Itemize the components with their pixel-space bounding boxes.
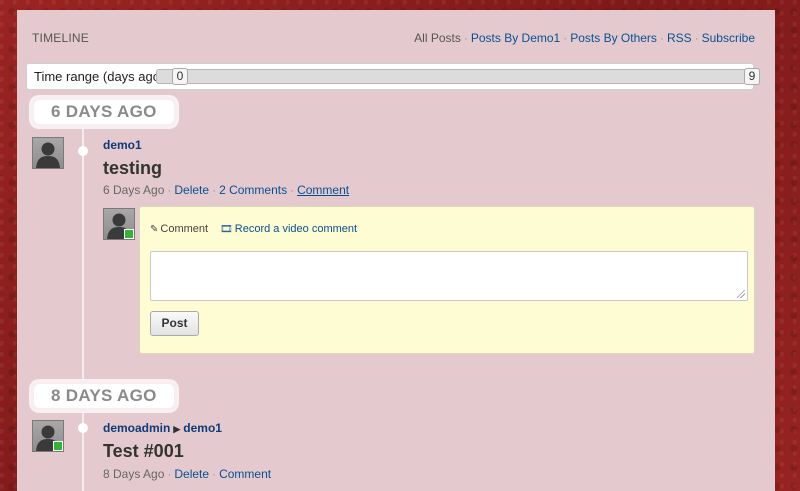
separator: ·	[694, 31, 699, 45]
tab-record-video-label: Record a video comment	[234, 223, 358, 235]
film-icon: 🎞	[220, 224, 233, 235]
avatar[interactable]	[32, 420, 64, 452]
separator: ·	[659, 31, 664, 45]
time-range-max-handle[interactable]: 9	[744, 68, 760, 85]
page-title: TIMELINE	[32, 31, 89, 45]
post-meta: 8 Days Ago · Delete · Comment	[103, 467, 271, 481]
separator: ·	[212, 467, 217, 481]
separator: ·	[212, 183, 217, 197]
post-age: 6 Days Ago	[103, 183, 165, 197]
post-comment-button[interactable]: Post	[150, 311, 199, 336]
post-recipient[interactable]: demo1	[183, 421, 222, 435]
current-user-avatar[interactable]	[103, 208, 135, 240]
comment-form: ✎ Comment 🎞 Record a video comment Post	[139, 206, 755, 354]
rss-link[interactable]: RSS	[667, 31, 692, 45]
post-author-line: demoadmin ▶ demo1	[103, 421, 222, 435]
day-badge: 8 DAYS AGO	[31, 381, 177, 411]
day-badge-label: 6 DAYS AGO	[34, 100, 174, 124]
filter-posts-by-others[interactable]: Posts By Others	[570, 31, 657, 45]
subscribe-link[interactable]: Subscribe	[702, 31, 755, 45]
filter-all-posts[interactable]: All Posts	[414, 31, 461, 45]
tab-record-video[interactable]: 🎞 Record a video comment	[220, 223, 357, 235]
filter-posts-by-demo1[interactable]: Posts By Demo1	[471, 31, 560, 45]
time-range-slider-track[interactable]	[156, 69, 747, 84]
separator: ·	[167, 467, 172, 481]
comment-link[interactable]: Comment	[297, 183, 349, 197]
timeline-dot	[78, 146, 88, 156]
separator: ·	[563, 31, 568, 45]
post-title: Test #001	[103, 441, 184, 461]
time-range-min-handle[interactable]: 0	[172, 68, 188, 85]
post-meta: 6 Days Ago · Delete · 2 Comments · Comment	[103, 183, 349, 197]
time-range-label: Time range (days ago):	[34, 69, 168, 84]
timeline-dot	[78, 423, 88, 433]
resize-grip-icon[interactable]	[737, 290, 745, 298]
post-age: 8 Days Ago	[103, 467, 165, 481]
arrow-right-icon: ▶	[173, 424, 181, 434]
avatar[interactable]	[32, 137, 64, 169]
delete-link[interactable]: Delete	[174, 183, 209, 197]
timeline-panel: TIMELINE All Posts · Posts By Demo1 · Posts …	[17, 10, 775, 491]
delete-link[interactable]: Delete	[174, 467, 209, 481]
pencil-icon: ✎	[150, 224, 159, 235]
timeline-line	[82, 126, 84, 491]
separator: ·	[463, 31, 468, 45]
comment-link[interactable]: Comment	[219, 467, 271, 481]
timeline-header: TIMELINE All Posts · Posts By Demo1 · Posts …	[32, 31, 755, 47]
post-author[interactable]: demo1	[103, 138, 142, 152]
tab-comment-label: Comment	[160, 223, 209, 235]
comments-count-link[interactable]: 2 Comments	[219, 183, 287, 197]
time-range-control: Time range (days ago): 0 9	[26, 63, 760, 90]
user-silhouette-icon	[36, 142, 60, 168]
post-author[interactable]: demoadmin	[103, 421, 170, 435]
separator: ·	[290, 183, 295, 197]
filter-links: All Posts · Posts By Demo1 · Posts By Others…	[414, 31, 755, 45]
separator: ·	[167, 183, 172, 197]
online-status-icon	[53, 441, 63, 451]
day-badge-label: 8 DAYS AGO	[34, 384, 174, 408]
comment-textarea[interactable]	[150, 251, 748, 301]
online-status-icon	[124, 229, 134, 239]
day-badge: 6 DAYS AGO	[31, 97, 177, 127]
comment-tabs: ✎ Comment 🎞 Record a video comment	[150, 223, 357, 235]
post-title: testing	[103, 158, 163, 178]
tab-comment[interactable]: ✎ Comment	[150, 223, 208, 235]
